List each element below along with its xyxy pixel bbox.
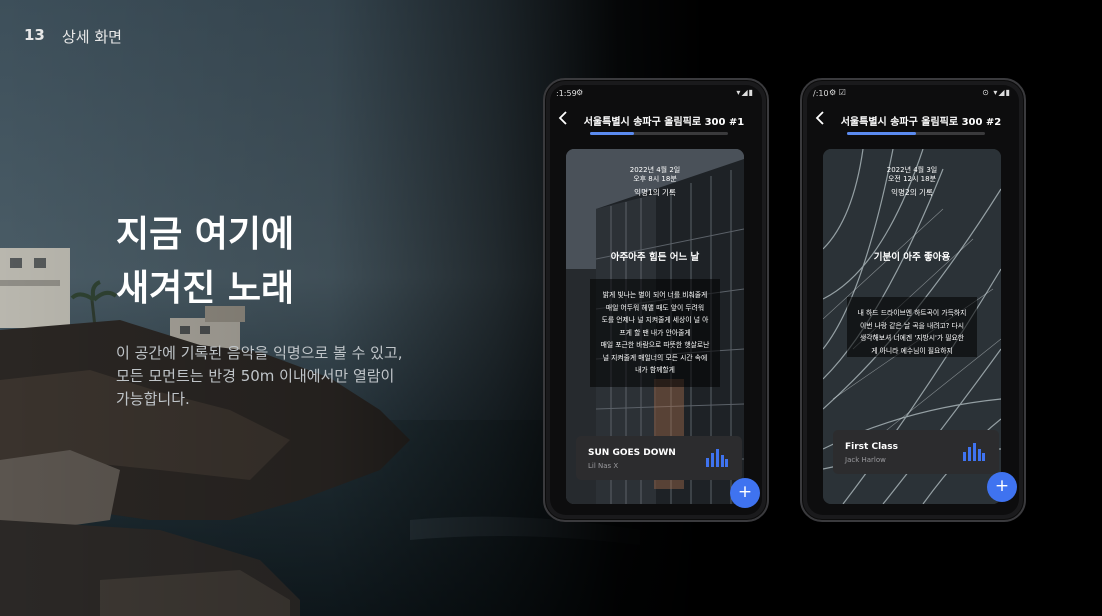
signal-battery-icon: ▾◢▮ [736,88,754,97]
moment-author: 익명1의 기록 [634,188,676,197]
slide-number: 13 [24,26,45,44]
song-title: SUN GOES DOWN [588,448,676,458]
moment-text: 밝게 빛나는 별이 되어 너를 비춰줄게 매일 어두워 헤맬 때도 앞이 두려워… [590,279,720,377]
equalizer-icon [963,443,985,461]
moment-time: 오후 8시 18분 [633,175,677,183]
status-bar: /:10 ⚙ ☑ ⊙ ▾◢▮ [807,85,1019,101]
slide: 13 상세 화면 지금 여기에 새겨진 노래 이 공간에 기록된 음악을 익명으… [0,0,1102,616]
moment-text-line: 프게 할 땐 내가 안아줄게 [619,328,691,337]
moment-text-line: 매일 어두워 헤맬 때도 앞이 두려워 [605,303,705,312]
story-progress-bar [590,132,728,135]
equalizer-icon [706,449,728,467]
phone-screen-1: :1:59 ⚙ ▾◢▮ 서울특별시 송파구 올림픽로 300 #1 2022년 … [550,85,762,515]
moment-text-line: 도를 언제나 널 지켜줄게 세상이 널 아 [601,316,709,324]
location-address: 서울특별시 송파구 올림픽로 300 #2 [840,117,1002,128]
location-signal-battery-icon: ⊙ ▾◢▮ [982,88,1011,97]
song-title: First Class [845,442,898,452]
headline-line-1: 지금 여기에 [116,214,295,255]
status-time: :1:59 [556,89,577,98]
moment-text-line: 내 하드 드라이브엔 하트곡이 가득하지 [857,309,967,317]
moment-text-line: 내가 함께할게 [635,366,675,374]
description: 이 공간에 기록된 음악을 익명으로 볼 수 있고, 모든 모먼트는 반경 50… [116,342,403,411]
status-bar: :1:59 ⚙ ▾◢▮ [550,85,762,101]
location-address: 서울특별시 송파구 올림픽로 300 #1 [583,117,745,128]
settings-gear-icon: ⚙ [576,88,584,97]
moment-text-line: 널 지켜줄게 매일너의 모든 시간 속에 [602,353,708,362]
description-line-2: 모든 모먼트는 반경 50m 이내에서만 열람이 [116,367,395,385]
headline-line-2: 새겨진 노래 [116,268,295,309]
music-player[interactable]: First Class Jack Harlow [833,430,999,474]
phone-mockup-2: /:10 ⚙ ☑ ⊙ ▾◢▮ 서울특별시 송파구 올림픽로 300 #2 202… [800,78,1026,522]
moment-text-line: 이번 나랑 같은 날 곡을 내려고? 다시 [859,321,965,330]
section-title: 상세 화면 [62,28,122,46]
back-chevron-icon[interactable] [815,111,825,129]
top-app-bar: 서울특별시 송파구 올림픽로 300 #2 [807,105,1019,135]
moment-text-line: 밝게 빛나는 별이 되어 너를 비춰줄게 [602,291,708,299]
add-moment-button[interactable]: + [987,472,1017,502]
story-progress-fill [847,132,916,135]
moment-title: 기분이 아주 좋아용 [873,252,951,263]
add-moment-button[interactable]: + [730,478,760,508]
phone-mockup-1: :1:59 ⚙ ▾◢▮ 서울특별시 송파구 올림픽로 300 #1 2022년 … [543,78,769,522]
phone-screen-2: /:10 ⚙ ☑ ⊙ ▾◢▮ 서울특별시 송파구 올림픽로 300 #2 202… [807,85,1019,515]
moment-time: 오전 12시 18분 [887,175,937,183]
moment-text: 내 하드 드라이브엔 하트곡이 가득하지 이번 나랑 같은 날 곡을 내려고? … [847,297,977,357]
moment-text-box: 밝게 빛나는 별이 되어 너를 비춰줄게 매일 어두워 헤맬 때도 앞이 두려워… [590,279,720,387]
music-player[interactable]: SUN GOES DOWN Lil Nas X [576,436,742,480]
moment-text-box: 내 하드 드라이브엔 하트곡이 가득하지 이번 나랑 같은 날 곡을 내려고? … [847,297,977,357]
moment-title: 아주아주 힘든 어느 날 [610,252,700,263]
story-progress-bar [847,132,985,135]
song-artist: Lil Nas X [588,462,619,470]
settings-gear-icon: ⚙ ☑ [829,88,846,97]
story-progress-fill [590,132,635,135]
headline: 지금 여기에 새겨진 노래 [116,208,294,316]
top-app-bar: 서울특별시 송파구 올림픽로 300 #1 [550,105,762,135]
description-line-1: 이 공간에 기록된 음악을 익명으로 볼 수 있고, [116,344,403,362]
moment-text-line: 매일 포근한 바람으로 따뜻한 햇살로난 [600,341,710,349]
moment-text-line: 생각해보셔 너에겐 '지방시'가 필요한 [859,334,964,342]
back-chevron-icon[interactable] [558,111,568,129]
moment-text-line: 게 아니라 에수님이 필요하지 [871,346,953,355]
song-artist: Jack Harlow [845,456,886,464]
moment-author: 익명2의 기록 [891,188,933,197]
description-line-3: 가능합니다. [116,390,190,408]
status-time: /:10 [813,89,829,98]
